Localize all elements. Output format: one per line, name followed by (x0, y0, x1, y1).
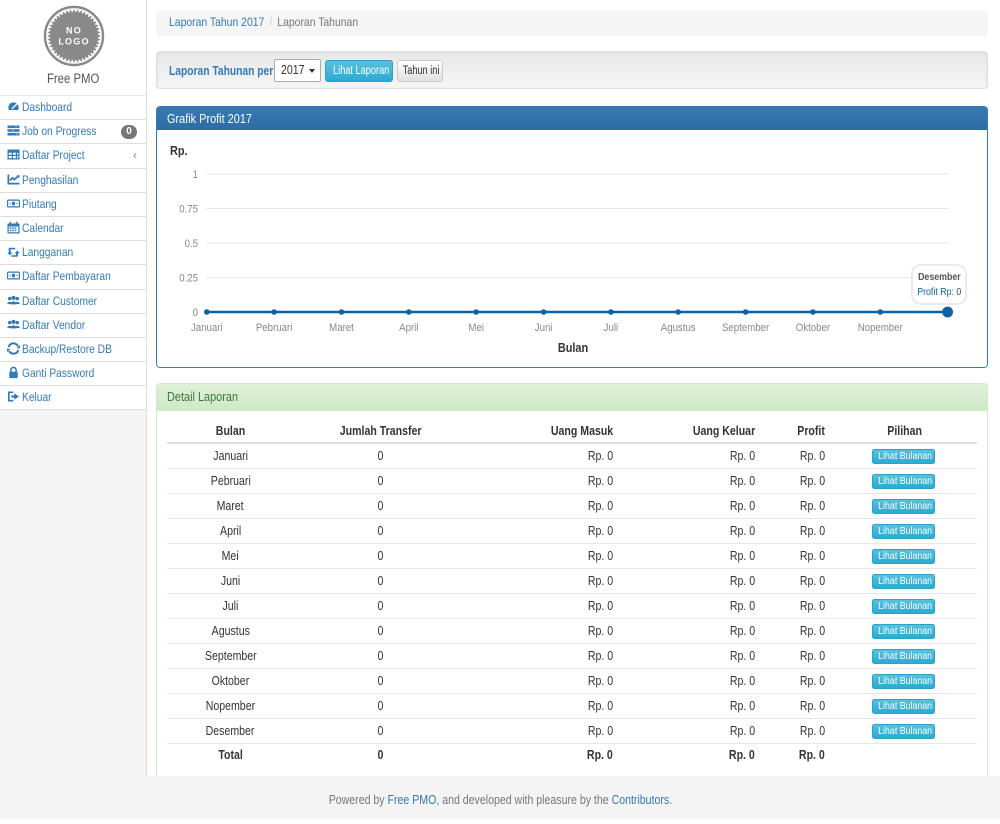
svg-text:NO: NO (66, 26, 82, 36)
svg-text:Juni: Juni (535, 321, 553, 334)
svg-text:Juli: Juli (604, 321, 618, 334)
svg-text:0: 0 (193, 306, 198, 319)
svg-text:September: September (722, 321, 770, 334)
svg-text:LOGO: LOGO (58, 37, 89, 47)
svg-text:0.25: 0.25 (179, 272, 198, 285)
svg-text:Nopember: Nopember (858, 321, 903, 334)
svg-text:0.5: 0.5 (185, 237, 199, 250)
svg-text:April: April (399, 321, 418, 334)
svg-text:1: 1 (193, 168, 198, 181)
svg-text:Pebruari: Pebruari (256, 321, 292, 334)
svg-text:Bulan: Bulan (558, 340, 588, 355)
svg-text:Agustus: Agustus (661, 321, 696, 334)
svg-text:0.75: 0.75 (179, 203, 198, 216)
svg-text:Januari: Januari (191, 321, 223, 334)
svg-text:Maret: Maret (329, 321, 354, 334)
svg-text:Oktober: Oktober (796, 321, 831, 334)
svg-text:Mei: Mei (468, 321, 484, 334)
